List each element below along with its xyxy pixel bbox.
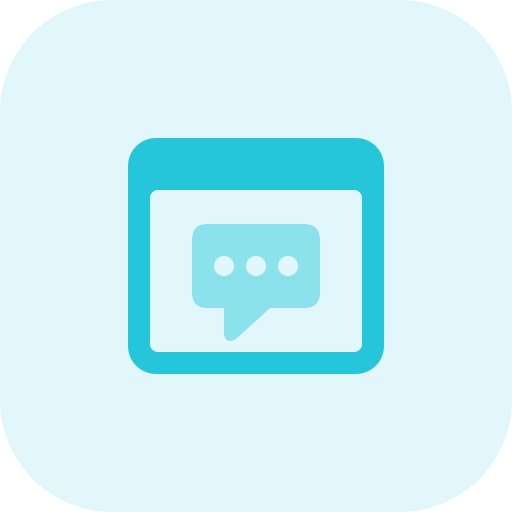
ellipsis-dot-icon [278, 256, 298, 276]
app-icon-tile [0, 0, 512, 512]
ellipsis-dot-icon [214, 256, 234, 276]
browser-chat-icon [0, 0, 512, 512]
ellipsis-dot-icon [246, 256, 266, 276]
